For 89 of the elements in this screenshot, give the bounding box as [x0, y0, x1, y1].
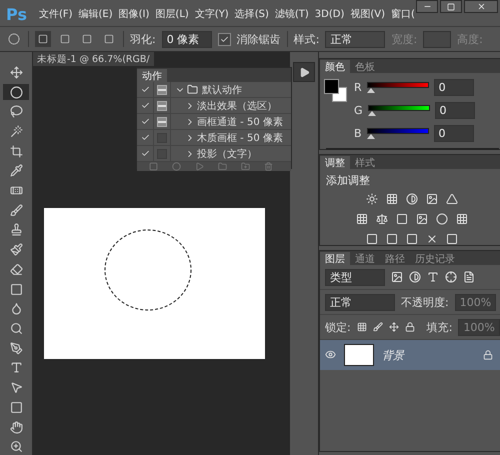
ellipse-tool-icon[interactable] — [6, 31, 22, 47]
antialias-checkbox[interactable] — [218, 32, 231, 46]
channel-label: R — [354, 81, 362, 94]
menu-item[interactable]: 视图(V) — [350, 7, 386, 21]
half-circle-icon — [409, 271, 421, 283]
folder-icon — [218, 162, 227, 171]
checker-icon — [356, 322, 367, 332]
menu-item[interactable]: 文件(F) — [38, 7, 73, 21]
panel-tab[interactable]: 调整 — [320, 156, 350, 169]
trash-icon — [264, 162, 273, 171]
lock-icon — [404, 322, 415, 332]
ellipse-select-icon[interactable] — [3, 84, 29, 100]
panel-tab[interactable]: 样式 — [350, 156, 380, 169]
feather-label: 羽化: — [130, 32, 156, 46]
width-field[interactable] — [423, 30, 452, 48]
action-item[interactable]: 画框通道 - 50 像素 — [197, 114, 283, 128]
panel-tab[interactable]: 历史记录 — [410, 252, 460, 265]
channel-label: B — [354, 127, 362, 140]
type-icon — [427, 271, 439, 283]
channel-value-field[interactable]: 0 — [434, 125, 474, 142]
menu-item[interactable]: 编辑(E) — [78, 7, 113, 21]
panel-tab[interactable]: 颜色 — [320, 60, 350, 73]
play-button[interactable] — [293, 62, 315, 82]
style-dropdown[interactable]: 正常 — [325, 30, 386, 48]
play-icon — [298, 66, 310, 78]
grid-icon[interactable] — [455, 212, 470, 226]
eye-icon[interactable] — [325, 349, 336, 360]
menu-item[interactable]: 3D(D) — [314, 8, 344, 20]
panel-tab[interactable]: 色板 — [350, 60, 380, 73]
panel-tab[interactable]: 路径 — [380, 252, 410, 265]
balance-icon[interactable] — [375, 212, 390, 226]
action-item[interactable]: 淡出效果（选区） — [197, 98, 277, 112]
app-logo: Ps — [6, 4, 27, 24]
sun-icon[interactable] — [365, 192, 380, 206]
antialias-label: 消除锯齿 — [236, 32, 281, 46]
move-icon — [388, 322, 399, 332]
blend-mode-dropdown[interactable]: 正常 — [325, 294, 395, 310]
layer-row[interactable]: 背景 — [320, 340, 500, 370]
opacity-field[interactable]: 100% — [454, 294, 496, 310]
folder-icon — [187, 84, 198, 95]
brush-icon — [372, 322, 383, 332]
document-icon — [463, 271, 475, 283]
action-item[interactable]: 默认动作 — [202, 82, 242, 96]
lock-label: 锁定: — [325, 320, 351, 334]
dialog-toggle[interactable] — [157, 100, 167, 110]
menu-item[interactable]: 滤镜(T) — [274, 7, 309, 21]
style-label: 样式: — [294, 32, 320, 46]
maximize-icon — [447, 2, 455, 10]
triangle-icon[interactable] — [445, 192, 460, 206]
fill-field[interactable]: 100% — [458, 318, 500, 336]
new-action-icon — [241, 162, 250, 171]
minimize-button[interactable] — [416, 0, 438, 13]
new-selection-icon[interactable] — [35, 31, 51, 47]
action-item[interactable]: 投影（文字） — [197, 146, 257, 160]
panel-tab[interactable]: 通道 — [350, 252, 380, 265]
filter-dropdown[interactable]: 类型 — [325, 268, 385, 286]
dialog-toggle[interactable] — [157, 84, 167, 94]
panel-tab[interactable]: 动作 — [137, 69, 167, 82]
feather-field[interactable]: 0 像素 — [162, 30, 212, 48]
menu-item[interactable]: 文字(Y) — [194, 7, 229, 21]
layer-name: 背景 — [382, 348, 406, 362]
menu-item[interactable]: 选择(S) — [234, 7, 269, 21]
action-item[interactable]: 木质画框 - 50 像素 — [197, 130, 283, 144]
menu-item[interactable]: 图层(L) — [155, 7, 189, 21]
stop-icon — [149, 162, 158, 171]
menu-item[interactable]: 图像(I) — [118, 7, 150, 21]
channel-slider[interactable] — [368, 104, 430, 116]
opacity-label: 不透明度: — [401, 294, 449, 310]
fill-label: 填充: — [426, 320, 452, 334]
panel-title: 添加调整 — [325, 173, 371, 189]
close-icon — [476, 2, 486, 11]
channel-slider[interactable] — [366, 128, 429, 140]
close-button[interactable] — [464, 0, 498, 13]
checkmark-icon — [220, 34, 229, 44]
menu-item[interactable]: 窗口( — [391, 7, 415, 21]
layer-thumbnail — [344, 344, 374, 366]
channel-slider[interactable] — [366, 82, 429, 94]
channel-label: G — [354, 104, 363, 117]
document-tab[interactable]: 未标题-1 @ 66.7%(RGB/ — [33, 52, 154, 66]
half-square-icon[interactable] — [395, 212, 410, 226]
panel-tab[interactable]: 图层 — [320, 252, 350, 265]
color-swatch-drawing[interactable] — [324, 79, 348, 103]
channel-value-field[interactable]: 0 — [434, 79, 474, 96]
maximize-button[interactable] — [440, 0, 462, 13]
channel-value-field[interactable]: 0 — [434, 102, 475, 119]
image-icon — [391, 271, 403, 283]
record-icon — [172, 162, 181, 171]
dialog-toggle[interactable] — [157, 116, 167, 126]
play-icon — [195, 162, 204, 171]
